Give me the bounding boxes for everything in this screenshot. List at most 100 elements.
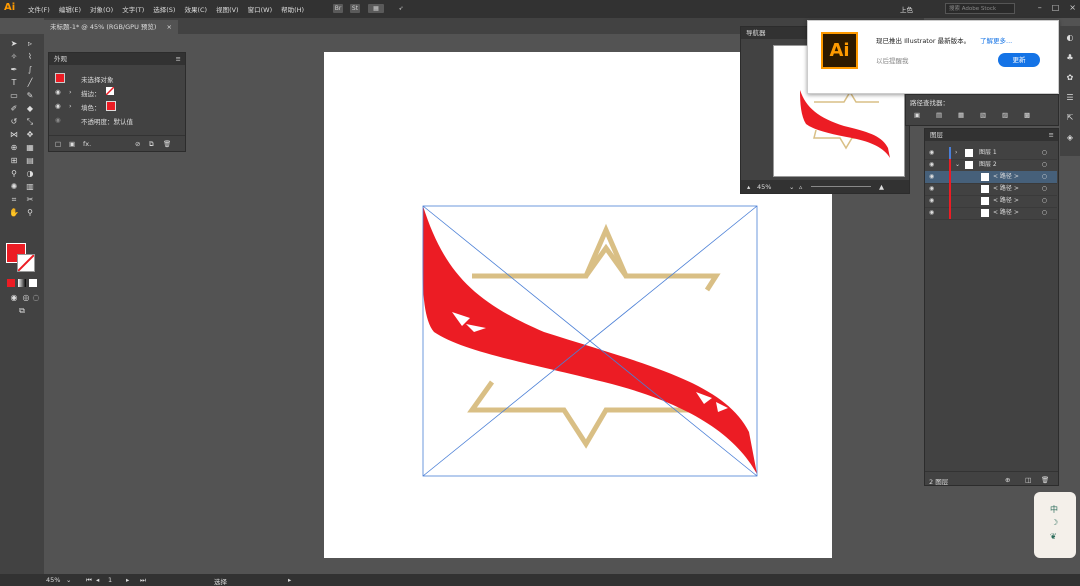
add-fill-icon[interactable]: ▣ (69, 140, 75, 148)
tab-close-icon[interactable]: × (167, 23, 172, 31)
type-tool-icon[interactable]: T (8, 77, 20, 88)
stroke-swatch[interactable] (17, 254, 35, 272)
path-name[interactable]: < 路径 > (993, 171, 1019, 183)
fill-red-swatch[interactable] (106, 101, 116, 111)
layers-menu-icon[interactable]: ≡ (1049, 129, 1054, 141)
arrange-documents-icon[interactable]: ▦ (368, 4, 384, 13)
menu-file[interactable]: 文件(F) (28, 4, 50, 14)
last-artboard-icon[interactable]: ⏭ (140, 576, 146, 585)
add-stroke-icon[interactable]: □ (55, 140, 61, 148)
status-zoom-field[interactable]: 45% (46, 576, 60, 584)
layer-eye-icon[interactable]: ◉ (929, 171, 934, 183)
blend-tool-icon[interactable]: ◑ (24, 168, 36, 179)
artboard-tool-icon[interactable]: ⌗ (8, 194, 20, 205)
hand-tool-icon[interactable]: ✋ (8, 207, 20, 218)
path-name[interactable]: < 路径 > (993, 183, 1019, 195)
layer-row[interactable]: ◉ < 路径 > ○ (925, 207, 1057, 220)
line-tool-icon[interactable]: ╱ (24, 77, 36, 88)
menu-view[interactable]: 视图(V) (216, 4, 239, 14)
export-icon[interactable]: ⇱ (1064, 112, 1076, 123)
path-name[interactable]: < 路径 > (993, 195, 1019, 207)
zoom-tool-icon[interactable]: ⚲ (24, 207, 36, 218)
divide-icon[interactable]: ▨ (1002, 111, 1008, 119)
eyedropper-icon[interactable]: ⚲ (8, 168, 20, 179)
shape-builder-icon[interactable]: ⊕ (8, 142, 20, 153)
new-layer-icon[interactable]: ◫ (1025, 476, 1031, 484)
path-name[interactable]: < 路径 > (993, 207, 1019, 219)
rotate-tool-icon[interactable]: ↺ (8, 116, 20, 127)
scale-tool-icon[interactable]: ⤡ (24, 116, 36, 127)
stroke-none-swatch[interactable] (105, 86, 115, 96)
artboard-number-field[interactable]: 1 (108, 576, 112, 584)
brushes-icon[interactable]: ✿ (1064, 72, 1076, 83)
free-transform-icon[interactable]: ✥ (24, 129, 36, 140)
bridge-button[interactable]: Br (333, 4, 343, 13)
fx-button[interactable]: fx. (83, 140, 91, 148)
prev-artboard-icon[interactable]: ◂ (96, 576, 99, 584)
update-button[interactable]: 更新 (998, 53, 1040, 67)
menu-edit[interactable]: 编辑(E) (59, 4, 81, 14)
document-tab[interactable]: 未标题-1* @ 45% (RGB/GPU 预览) × (44, 20, 178, 34)
menu-effect[interactable]: 效果(C) (184, 4, 207, 14)
layer-name[interactable]: 图层 2 (979, 159, 997, 171)
learn-more-link[interactable]: 了解更多... (980, 35, 1012, 45)
zoom-chevron-icon[interactable]: ⌄ (66, 576, 71, 584)
menu-window[interactable]: 窗口(W) (248, 4, 273, 14)
zoom-dropdown-chevron-icon[interactable]: ⌄ (789, 183, 794, 191)
direct-selection-tool-icon[interactable]: ▹ (24, 38, 36, 49)
zoom-slider[interactable] (811, 186, 871, 187)
layer-target-icon[interactable]: ○ (1042, 207, 1047, 219)
lasso-icon[interactable]: ⌇ (24, 51, 36, 62)
layer-eye-icon[interactable]: ◉ (929, 207, 934, 219)
layer-eye-icon[interactable]: ◉ (929, 183, 934, 195)
remind-later-link[interactable]: 以后提醒我 (876, 55, 909, 65)
layer-target-icon[interactable]: ○ (1042, 147, 1047, 159)
workspace-switcher[interactable]: 上色 (900, 4, 913, 14)
selection-tool-icon[interactable]: ➤ (8, 38, 20, 49)
fill-visibility-eye-icon[interactable]: ◉ (55, 102, 61, 110)
clear-appearance-icon[interactable]: ⊘ (135, 140, 140, 148)
layer-expand-chevron-icon[interactable]: ⌄ (955, 159, 960, 171)
gradient-mode-icon[interactable] (18, 279, 26, 287)
layer-eye-icon[interactable]: ◉ (929, 159, 934, 171)
fill-expand-chevron-icon[interactable]: › (69, 102, 72, 110)
close-window-icon[interactable]: × (1069, 3, 1076, 12)
duplicate-item-icon[interactable]: ⧉ (149, 140, 154, 149)
stock-button[interactable]: St (350, 4, 360, 13)
layer-target-icon[interactable]: ○ (1042, 195, 1047, 207)
layer-eye-icon[interactable]: ◉ (929, 195, 934, 207)
panel-menu-icon[interactable]: ≡ (176, 53, 181, 65)
zoom-out-icon[interactable]: ▴ (747, 183, 750, 191)
minimize-icon[interactable]: – (1038, 3, 1042, 12)
mesh-tool-icon[interactable]: ⊞ (8, 155, 20, 166)
gpu-rocket-icon[interactable]: ➶ (396, 4, 406, 13)
delete-item-icon[interactable]: 🗑 (163, 140, 171, 148)
first-artboard-icon[interactable]: ⏮ (86, 576, 92, 585)
status-arrow-icon[interactable]: ▸ (288, 576, 291, 584)
layer-target-icon[interactable]: ○ (1042, 183, 1047, 195)
menu-help[interactable]: 帮助(H) (281, 4, 304, 14)
swatches-icon[interactable]: ◐ (1064, 32, 1076, 43)
maximize-icon[interactable]: □ (1052, 3, 1060, 12)
draw-inside-icon[interactable]: ◌ (30, 292, 42, 303)
layer-target-icon[interactable]: ○ (1042, 159, 1047, 171)
rectangle-tool-icon[interactable]: ▭ (8, 90, 20, 101)
color-mode-icon[interactable] (7, 279, 15, 287)
perspective-grid-icon[interactable]: ▦ (24, 142, 36, 153)
next-artboard-icon[interactable]: ▸ (126, 576, 129, 584)
menu-object[interactable]: 对象(O) (90, 4, 113, 14)
slice-tool-icon[interactable]: ✂ (24, 194, 36, 205)
stroke-expand-chevron-icon[interactable]: › (69, 88, 72, 96)
layer-target-icon[interactable]: ○ (1042, 171, 1047, 183)
symbols-icon[interactable]: ♣ (1064, 52, 1076, 63)
layer-expand-chevron-icon[interactable]: › (955, 147, 957, 159)
delete-layer-icon[interactable]: 🗑 (1041, 476, 1049, 484)
layers-panel-icon[interactable]: ◈ (1064, 132, 1076, 143)
new-sublayer-icon[interactable]: ⊕ (1005, 476, 1010, 484)
minus-front-icon[interactable]: ▤ (936, 111, 942, 119)
screen-mode-icon[interactable]: ⧉ (16, 305, 28, 316)
trim-icon[interactable]: ▩ (1024, 111, 1030, 119)
column-graph-icon[interactable]: ▥ (24, 181, 36, 192)
intersect-icon[interactable]: ▦ (958, 111, 964, 119)
stock-search-input[interactable]: 搜索 Adobe Stock (945, 3, 1015, 14)
